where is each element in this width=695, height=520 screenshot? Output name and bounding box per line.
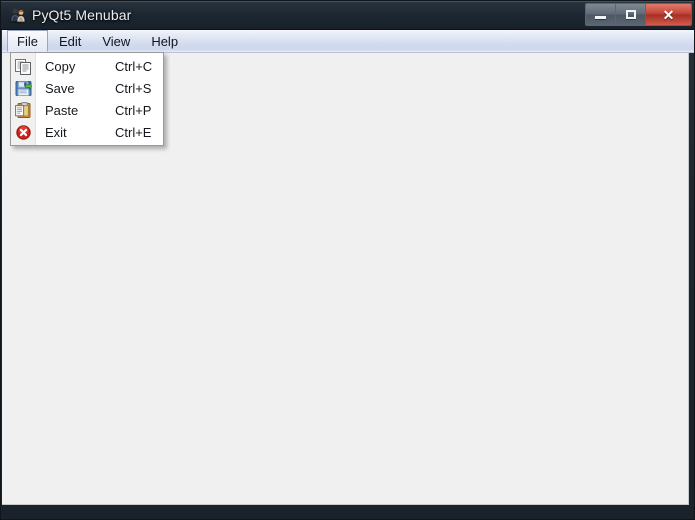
menu-item-copy[interactable]: Copy Ctrl+C — [11, 55, 163, 77]
maximize-icon — [625, 10, 636, 19]
file-dropdown-menu: Copy Ctrl+C Save Ctrl+S Paste Ctrl+P Exi… — [10, 52, 164, 146]
menu-item-paste[interactable]: Paste Ctrl+P — [11, 99, 163, 121]
menubar-item-file[interactable]: File — [7, 30, 48, 52]
menubar-item-view-label: View — [102, 33, 131, 49]
menubar-item-edit-label: Edit — [58, 33, 82, 49]
close-icon: ✕ — [662, 6, 675, 23]
copy-icon — [14, 57, 32, 75]
menu-item-save-shortcut: Ctrl+S — [115, 80, 152, 96]
menu-item-exit[interactable]: Exit Ctrl+E — [11, 121, 163, 143]
window-controls: ✕ — [585, 3, 692, 26]
menubar-item-file-label: File — [17, 33, 38, 49]
menu-item-copy-shortcut: Ctrl+C — [115, 58, 153, 74]
minimize-button[interactable] — [586, 4, 616, 25]
menu-item-exit-shortcut: Ctrl+E — [115, 124, 152, 140]
menu-item-save[interactable]: Save Ctrl+S — [11, 77, 163, 99]
titlebar-highlight — [1, 1, 694, 2]
menu-item-exit-label: Exit — [45, 124, 67, 140]
exit-icon — [14, 123, 32, 141]
window-title: PyQt5 Menubar — [32, 7, 132, 23]
menubar-item-help-label: Help — [151, 33, 179, 49]
menu-item-paste-label: Paste — [45, 102, 79, 118]
minimize-icon — [595, 16, 606, 19]
title-bar[interactable]: PyQt5 Menubar ✕ — [1, 1, 694, 30]
maximize-button[interactable] — [616, 4, 646, 25]
menu-item-paste-shortcut: Ctrl+P — [115, 102, 152, 118]
menu-item-save-label: Save — [45, 80, 75, 96]
menubar-item-edit[interactable]: Edit — [49, 30, 91, 52]
menu-bar: File Edit View Help — [2, 30, 694, 53]
menubar-item-help[interactable]: Help — [141, 30, 188, 52]
save-icon — [14, 79, 32, 97]
paste-icon — [14, 101, 32, 119]
menu-item-copy-label: Copy — [45, 58, 76, 74]
users-app-icon — [9, 6, 27, 24]
close-button[interactable]: ✕ — [646, 4, 691, 25]
application-window: PyQt5 Menubar ✕ File Edit View Help Copy… — [0, 0, 695, 520]
menubar-item-view[interactable]: View — [92, 30, 140, 52]
